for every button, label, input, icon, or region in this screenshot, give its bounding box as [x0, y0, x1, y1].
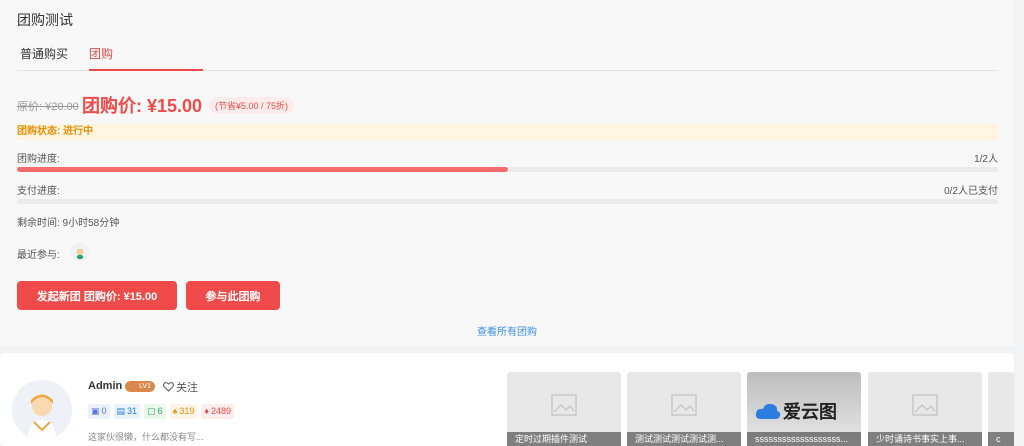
- image-placeholder-icon: [551, 394, 577, 416]
- site-logo: 爱云图: [755, 398, 837, 424]
- group-price: 团购价: ¥15.00: [82, 96, 203, 116]
- start-group-button[interactable]: 发起新团 团购价: ¥15.00: [17, 281, 177, 310]
- follow-label: 关注: [176, 382, 198, 394]
- document-icon: ▤: [116, 406, 126, 416]
- page-title: 团购测试: [17, 12, 73, 28]
- image-placeholder-icon: [912, 394, 938, 416]
- post-thumbnail[interactable]: 爱云图 sssssssssssssssssss...: [747, 372, 861, 446]
- author-avatar[interactable]: [12, 380, 72, 440]
- original-price: 原价: ¥20.00: [17, 101, 79, 113]
- stat-value: 2489: [211, 406, 232, 416]
- group-progress-value: 1/2人: [974, 154, 998, 165]
- level-badge: LV1: [125, 381, 155, 392]
- flame-icon: ♦: [204, 406, 209, 416]
- post-thumbnail[interactable]: 测试测试测试测试测...: [627, 372, 741, 446]
- pay-progress-bar: [17, 199, 998, 204]
- post-caption: sssssssssssssssssss...: [747, 432, 861, 446]
- user-avatar-icon: [76, 248, 83, 259]
- group-buy-card: 团购测试 普通购买 团购 原价: ¥20.00 团购价: ¥15.00 (节省¥…: [0, 0, 1014, 346]
- post-thumbnail[interactable]: 少时诵诗书事实上事...: [868, 372, 982, 446]
- cloud-icon: [755, 403, 781, 419]
- purchase-tabs: 普通购买 团购: [17, 40, 998, 71]
- author-panel: Admin LV1 关注 ▣ 0 ▤ 31 ▢ 6 ♠ 319 ♦ 2489 这…: [0, 353, 1014, 446]
- group-progress-bar: [17, 167, 998, 172]
- post-thumbnail[interactable]: 定时过期插件测试: [507, 372, 621, 446]
- follow-button[interactable]: 关注: [163, 379, 198, 395]
- stat-value: 319: [179, 406, 195, 416]
- view-all-groups-link[interactable]: 查看所有团购: [0, 323, 1014, 338]
- comment-icon: ▣: [91, 406, 100, 416]
- saving-badge: (节省¥5.00 / 75折): [209, 97, 295, 114]
- tab-normal-purchase[interactable]: 普通购买: [20, 45, 68, 71]
- group-progress-label: 团购进度:: [17, 154, 60, 165]
- join-group-button[interactable]: 参与此团购: [186, 281, 280, 310]
- post-caption: 少时诵诗书事实上事...: [868, 432, 982, 446]
- remaining-time: 剩余时间: 9小时58分钟: [17, 218, 120, 229]
- post-caption: 测试测试测试测试测...: [627, 432, 741, 446]
- heart-icon: [163, 382, 174, 392]
- image-placeholder-icon: [671, 394, 697, 416]
- participant-avatar[interactable]: [70, 243, 89, 262]
- recent-participants-label: 最近参与:: [17, 250, 60, 261]
- post-thumbnail[interactable]: c: [988, 372, 1014, 446]
- author-name[interactable]: Admin: [88, 380, 122, 392]
- user-avatar-icon: [12, 380, 72, 440]
- author-bio: 这家伙很懒，什么都没有写...: [88, 432, 204, 442]
- stat-comments[interactable]: ▣ 0: [88, 404, 110, 419]
- pay-progress-value: 0/2人已支付: [944, 186, 998, 197]
- pay-progress-label: 支付进度:: [17, 186, 60, 197]
- author-stats: ▣ 0 ▤ 31 ▢ 6 ♠ 319 ♦ 2489: [88, 404, 235, 419]
- stat-value: 0: [101, 406, 107, 416]
- tab-group-buy[interactable]: 团购: [89, 45, 203, 71]
- stat-value: 6: [157, 406, 163, 416]
- thumbs-up-icon: ♠: [172, 406, 178, 416]
- stat-value: 31: [127, 406, 138, 416]
- group-progress-fill: [17, 167, 508, 172]
- stat-heat[interactable]: ♦ 2489: [201, 404, 235, 419]
- stat-messages[interactable]: ▢ 6: [144, 404, 166, 419]
- stat-likes[interactable]: ♠ 319: [169, 404, 198, 419]
- stat-posts[interactable]: ▤ 31: [113, 404, 141, 419]
- post-caption: 定时过期插件测试: [507, 432, 621, 446]
- message-icon: ▢: [147, 406, 156, 416]
- logo-text: 爱云图: [783, 402, 837, 422]
- post-caption: c: [988, 432, 1014, 446]
- group-status: 团购状态: 进行中: [17, 124, 998, 140]
